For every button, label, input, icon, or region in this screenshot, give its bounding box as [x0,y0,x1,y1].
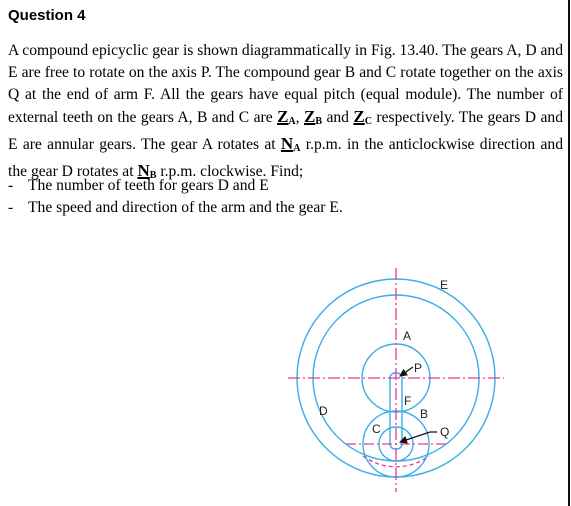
gear-diagram: E A P F D B C Q [288,268,504,492]
label-p: P [414,361,422,375]
label-e: E [440,278,448,292]
label-q: Q [440,425,449,439]
arrow-p-icon [399,366,414,377]
label-b: B [420,407,428,421]
arrow-q-icon [399,431,437,444]
label-a: A [403,329,411,343]
label-d: D [319,404,328,418]
label-f: F [404,394,411,408]
label-c: C [372,422,381,436]
